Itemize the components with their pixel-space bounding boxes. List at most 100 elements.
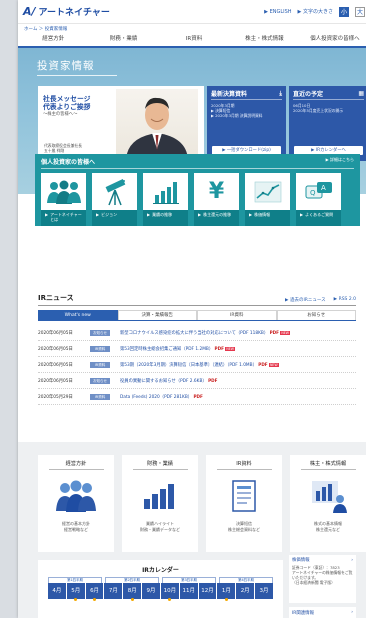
tab-results[interactable]: 決算・業績報告 xyxy=(117,310,197,320)
side-info: 株価情報 › 証券コード（東証）：7823 アートネイチャーの株価情報をご覧いただ… xyxy=(289,555,356,618)
news-link[interactable]: 第53期（2020年3月期）決算短信〔日本基準〕（連結）（PDF 1.0MB） … xyxy=(120,362,356,368)
ir-news-tabs: What's new 決算・業績報告 IR資料 お知らせ xyxy=(38,310,356,321)
nav-policy[interactable]: 経営方針 xyxy=(18,33,88,46)
page-title: 投資家情報 xyxy=(37,58,117,76)
president-portrait xyxy=(116,89,198,159)
logo[interactable]: A/ アートネイチャー xyxy=(23,5,110,18)
president-name: 代表取締役会長兼社長 五十嵐 祥剛 xyxy=(44,143,82,153)
individual-title: 個人投資家の皆様へ xyxy=(41,159,96,166)
news-row: 2020年05月29日 IR資料 Data (Feeds) 2020（PDF 2… xyxy=(38,389,356,405)
ir-related-link[interactable]: IR関連情報 › xyxy=(289,607,356,618)
link-card-finance[interactable]: 財務・業績 業績ハイライト 財務・業績データなど xyxy=(122,455,198,552)
news-link[interactable]: 役員の異動に関するお知らせ（PDF 2.6KB） PDF xyxy=(120,378,356,384)
telescope-icon xyxy=(105,178,125,205)
tile-about[interactable]: ▶ アートネイチャーとは xyxy=(41,173,86,226)
individual-tiles: ▶ アートネイチャーとは ▶ ビジョン ▶ 業績の推移 ¥ ▶ 株主還元の推移 … xyxy=(41,173,354,226)
tile-vision[interactable]: ▶ ビジョン xyxy=(92,173,137,226)
news-category: お知らせ xyxy=(90,377,110,384)
news-link[interactable]: 新型コロナウイルス感染症の拡大に伴う当社の対応について（PDF 118KB） P… xyxy=(120,330,356,336)
month-cell[interactable]: 5月 xyxy=(66,583,85,601)
tile-shareholder-return[interactable]: ¥ ▶ 株主還元の推移 xyxy=(194,173,239,226)
new-badge: NEW xyxy=(280,330,290,335)
svg-text:Q: Q xyxy=(310,189,316,197)
tab-notices[interactable]: お知らせ xyxy=(276,310,356,320)
schedule-title: 直近の予定 xyxy=(293,91,324,98)
latest-results-list: 2020年3月期 ▶ 決算短信 ▶ 2020年3月期 決算説明資料 xyxy=(211,103,282,118)
latest-results-card: 最新決算資料 ⤓ 2020年3月期 ▶ 決算短信 ▶ 2020年3月期 決算説明資… xyxy=(207,86,286,161)
individual-more-link[interactable]: ▶ 詳細はこちら xyxy=(326,157,354,166)
news-category: IR資料 xyxy=(90,393,110,400)
english-link[interactable]: ▶ ENGLISH xyxy=(264,9,291,15)
news-row: 2020年06月05日 IR資料 第53回定時株主総会招集ご通知（PDF 1.2… xyxy=(38,341,356,357)
link-card-stock[interactable]: 株主・株式情報 株式の基本情報 株主還元など xyxy=(290,455,366,552)
news-row: 2020年06月05日 IR資料 第53期（2020年3月期）決算短信〔日本基準… xyxy=(38,357,356,373)
month-cell[interactable]: 8月 xyxy=(123,583,142,601)
month-cell[interactable]: 6月 xyxy=(85,583,104,601)
news-date: 2020年06月05日 xyxy=(38,330,73,336)
month-cell[interactable]: 11月 xyxy=(179,583,198,599)
president-message-card[interactable]: 社長メッセージ 代表よりご挨拶 ～株主の皆様へ～ 代表取締役会長兼社長 五十嵐 … xyxy=(38,86,204,161)
nav-individual[interactable]: 個人投資家の皆様へ xyxy=(300,33,366,46)
qa-icon: Q A xyxy=(305,181,332,198)
category-links: 経営方針 経営の基本方針 経営戦略など 財務・業績 業績ハイライト 財務・業績データ… xyxy=(38,455,366,552)
message-heading: 社長メッセージ 代表よりご挨拶 ～株主の皆様へ～ xyxy=(43,95,91,117)
month-cell[interactable]: 3月 xyxy=(255,583,273,599)
pdf-icon: PDF xyxy=(193,393,203,399)
link-presentation[interactable]: ▶ 2020年3月期 決算説明資料 xyxy=(211,113,282,118)
month-cell[interactable]: 1月 xyxy=(217,583,236,601)
link-card-policy[interactable]: 経営方針 経営の基本方針 経営戦略など xyxy=(38,455,114,552)
nav-finance[interactable]: 財務・業績 xyxy=(88,33,158,46)
news-row: 2020年06月05日 お知らせ 役員の異動に関するお知らせ（PDF 2.6KB… xyxy=(38,373,356,389)
yen-icon: ¥ xyxy=(208,179,225,204)
document-icon xyxy=(232,480,256,512)
new-badge: NEW xyxy=(225,346,235,351)
news-link[interactable]: 第53回定時株主総会招集ご通知（PDF 1.2MB） PDF NEW xyxy=(120,346,356,352)
news-date: 2020年06月05日 xyxy=(38,362,73,368)
nav-stock[interactable]: 株主・株式情報 xyxy=(229,33,299,46)
ir-news-title: IRニュース xyxy=(38,294,74,302)
news-category: IR資料 xyxy=(90,361,110,368)
link-card-ir-docs[interactable]: IR資料 決算短信 株主総会資料など xyxy=(206,455,282,552)
tile-faq[interactable]: Q A ▶ よくあるご質問 xyxy=(296,173,341,226)
month-cell[interactable]: 2月 xyxy=(236,583,255,599)
download-icon: ⤓ xyxy=(279,89,282,97)
tab-whats-new[interactable]: What's new xyxy=(38,310,118,320)
ir-calendar-title: IRカレンダー xyxy=(142,567,179,574)
ir-calendar: IRカレンダー 第1四半期 第2四半期 第3四半期 第4四半期 4月 5月 6月… xyxy=(38,560,283,618)
font-size-label: ▶ 文字の大きさ xyxy=(297,9,333,15)
pdf-icon: PDF xyxy=(269,329,279,335)
font-small-button[interactable]: 小 xyxy=(339,6,349,17)
top-bar: A/ アートネイチャー ▶ ENGLISH ▶ 文字の大きさ 小 大 xyxy=(18,0,366,24)
tile-stock-price[interactable]: ▶ 株価情報 xyxy=(245,173,290,226)
nav-ir-docs[interactable]: IR資料 xyxy=(159,33,229,46)
schedule-card: 直近の予定 ▦ 06月10日 2020年5月度売上状況の開示 ▶ IRカレンダーへ xyxy=(289,86,366,161)
ir-news-section: IRニュース ▶ 過去のIRニュース ▶ RSS 2.0 What's new … xyxy=(38,293,356,405)
rss-link[interactable]: ▶ RSS 2.0 xyxy=(334,297,356,303)
team-icon xyxy=(56,480,96,512)
breadcrumb[interactable]: ホーム ＞ 投資家情報 xyxy=(18,24,366,33)
month-cell[interactable]: 9月 xyxy=(142,583,160,599)
chart-person-icon xyxy=(312,481,347,513)
line-chart-icon xyxy=(254,181,281,202)
tab-ir-docs[interactable]: IR資料 xyxy=(197,310,277,320)
month-row: 4月 5月 6月 7月 8月 9月 10月 11月 12月 1月 2月 3月 xyxy=(38,583,283,601)
tile-performance[interactable]: ▶ 業績の推移 xyxy=(143,173,188,226)
month-cell[interactable]: 7月 xyxy=(104,583,123,599)
latest-results-title: 最新決算資料 xyxy=(211,91,248,98)
news-date: 2020年06月05日 xyxy=(38,346,73,352)
page: A/ アートネイチャー ▶ ENGLISH ▶ 文字の大きさ 小 大 ホーム ＞… xyxy=(18,0,366,618)
logo-text: アートネイチャー xyxy=(38,8,110,18)
news-link[interactable]: Data (Feeds) 2020（PDF 281KB） PDF xyxy=(120,394,356,400)
past-news-link[interactable]: ▶ 過去のIRニュース xyxy=(285,297,326,303)
news-date: 2020年05月29日 xyxy=(38,394,73,400)
month-cell[interactable]: 12月 xyxy=(198,583,217,599)
font-large-button[interactable]: 大 xyxy=(355,6,365,17)
news-list: 2020年06月05日 お知らせ 新型コロナウイルス感染症の拡大に伴う当社の対応… xyxy=(38,325,356,405)
news-date: 2020年06月05日 xyxy=(38,378,73,384)
chevron-right-icon: › xyxy=(351,558,353,563)
bar-chart-icon xyxy=(152,181,179,204)
stock-info-box[interactable]: 株価情報 › 証券コード（東証）：7823 アートネイチャーの株価情報をご覧いただ… xyxy=(289,555,356,603)
month-cell[interactable]: 10月 xyxy=(160,583,179,601)
pdf-icon: PDF xyxy=(214,345,224,351)
month-cell[interactable]: 4月 xyxy=(48,583,66,599)
